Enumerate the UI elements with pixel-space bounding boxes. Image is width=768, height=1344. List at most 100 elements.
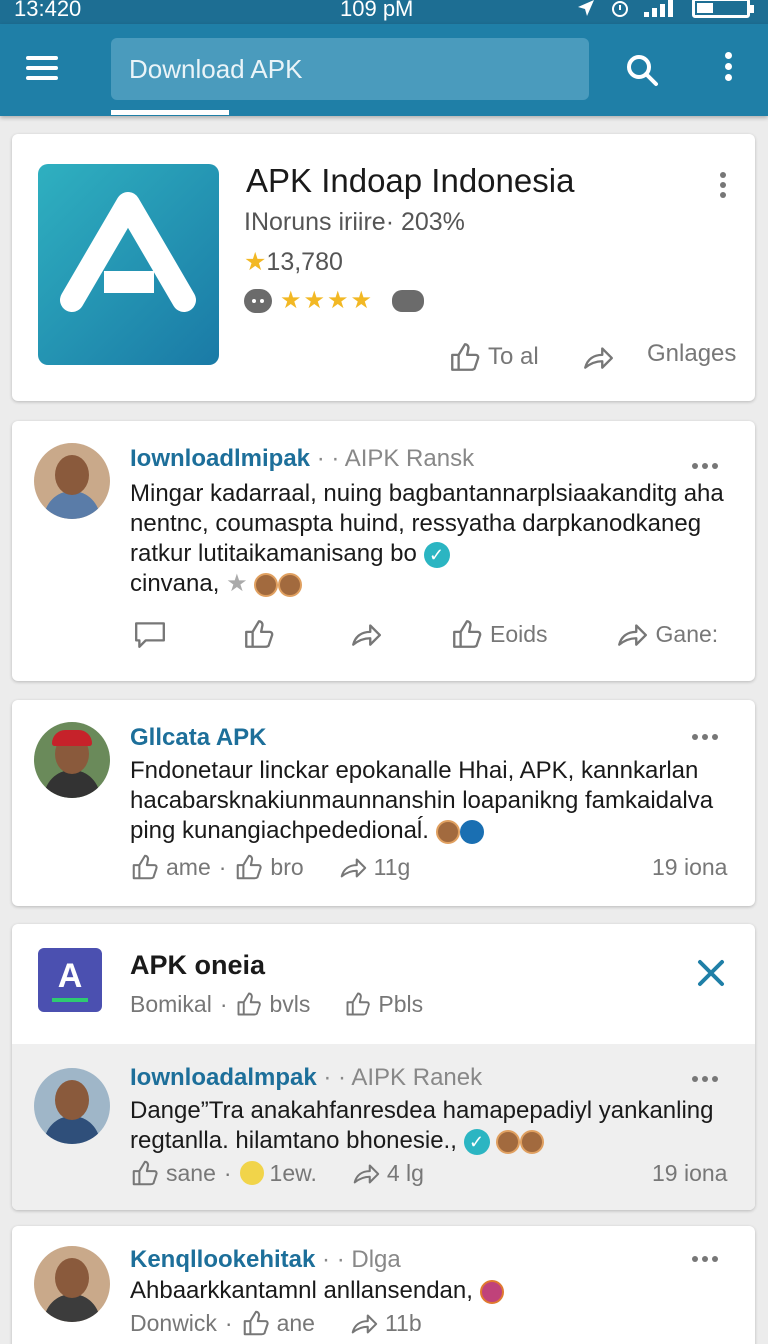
battery-icon bbox=[692, 0, 754, 18]
app-rating: ★13,780 bbox=[244, 247, 343, 277]
menu-icon[interactable] bbox=[26, 56, 58, 82]
post-more-icon[interactable] bbox=[688, 732, 718, 742]
thumbs-up-icon bbox=[242, 617, 276, 651]
thumbs-up-icon bbox=[234, 852, 264, 882]
like-label: sane bbox=[166, 1159, 216, 1186]
thumbs-up-icon bbox=[450, 617, 484, 651]
status-time-center: 109 pM bbox=[340, 0, 414, 21]
share-icon bbox=[338, 852, 368, 882]
location-icon bbox=[578, 0, 594, 16]
post-text-content: Dange”Tra anakahfanresdea hamapepadiyl y… bbox=[130, 1097, 714, 1154]
post-card: Iownloadlmipak · · AIPK Ransk Mingar kad… bbox=[12, 421, 755, 681]
thumbs-up-icon bbox=[130, 1158, 160, 1188]
app-card-more-icon[interactable] bbox=[718, 172, 728, 202]
mini-avatar bbox=[496, 1129, 521, 1154]
reaction-button[interactable]: 1ew. bbox=[239, 1160, 317, 1187]
post-text-tail: cinvana, bbox=[130, 570, 220, 597]
share-label: 11b bbox=[384, 1309, 422, 1336]
like-button[interactable] bbox=[242, 617, 276, 651]
share-button[interactable]: 11g bbox=[338, 852, 411, 882]
app-images-link[interactable]: Gnlages bbox=[647, 340, 736, 368]
post-text: Ahbaarkkantamnl anllansendan, bbox=[130, 1276, 730, 1306]
app-logo-a-icon bbox=[60, 192, 196, 312]
status-icons bbox=[576, 0, 754, 18]
post-header: Kenqllookehitak · · Dlga bbox=[130, 1246, 401, 1274]
status-bar: 13:420 109 pM bbox=[0, 0, 768, 24]
post-meta: · · Dlga bbox=[322, 1246, 401, 1273]
share-icon bbox=[580, 340, 616, 374]
rating-stars: ★★★★ bbox=[280, 287, 375, 314]
post-meta: · · AIPK Ransk bbox=[316, 445, 475, 472]
overflow-menu-icon[interactable] bbox=[722, 52, 734, 88]
thumbs-up-icon bbox=[344, 990, 372, 1018]
promo-like2-button[interactable]: Pbls bbox=[344, 990, 423, 1018]
share-button[interactable]: 11b bbox=[349, 1308, 422, 1338]
close-icon[interactable] bbox=[696, 958, 726, 988]
avatar[interactable] bbox=[34, 1068, 110, 1144]
comment-icon bbox=[130, 617, 170, 651]
share-button[interactable] bbox=[348, 617, 384, 651]
post-more-icon[interactable] bbox=[688, 1254, 718, 1264]
post-more-icon[interactable] bbox=[688, 1074, 718, 1084]
separator: · bbox=[223, 1159, 232, 1186]
app-rating-row: ★★★★ bbox=[244, 286, 425, 315]
post-author[interactable]: Iownloadlmipak bbox=[130, 445, 310, 472]
thumbs-up-icon bbox=[448, 340, 482, 374]
app-images-label: Gnlages bbox=[647, 340, 737, 367]
post-more-icon[interactable] bbox=[688, 461, 718, 471]
avatar[interactable] bbox=[34, 1246, 110, 1322]
post-author[interactable]: Iownloadalmpak bbox=[130, 1064, 317, 1091]
like2-button[interactable]: bro bbox=[234, 852, 304, 882]
promo-title[interactable]: APK oneia bbox=[130, 950, 265, 981]
separator: · bbox=[218, 853, 227, 880]
search-icon[interactable] bbox=[624, 52, 660, 88]
post-text: Fndonetaur linckar epokanalle Hhai, APK,… bbox=[130, 756, 730, 846]
mini-avatar bbox=[479, 1279, 504, 1304]
share-label: 11g bbox=[373, 853, 411, 880]
post-header: Iownloadalmpak · · AIPK Ranek bbox=[130, 1064, 482, 1092]
share-button[interactable]: 4 lg bbox=[351, 1158, 424, 1188]
promo-sub: Bomikal bbox=[130, 990, 212, 1017]
share-count-button[interactable]: Gane: bbox=[614, 617, 718, 651]
like-button[interactable]: sane bbox=[130, 1158, 216, 1188]
promo-card: A APK oneia Bomikal · bvls Pbls Iownload… bbox=[12, 924, 755, 1210]
share-label: 4 lg bbox=[386, 1159, 424, 1186]
post-header: Gllcata APK bbox=[130, 724, 267, 752]
post-meta: · · AIPK Ranek bbox=[323, 1064, 483, 1091]
avatar[interactable] bbox=[34, 443, 110, 519]
avatar[interactable] bbox=[34, 722, 110, 798]
post-author[interactable]: Kenqllookehitak bbox=[130, 1246, 315, 1273]
chat-bubble-icon bbox=[244, 288, 272, 313]
alarm-icon bbox=[612, 1, 628, 17]
signal-icon bbox=[644, 0, 673, 17]
thumbs-up-icon bbox=[241, 1308, 271, 1338]
app-subtitle: INoruns iriire· 203% bbox=[244, 208, 465, 236]
status-time-left: 13:420 bbox=[14, 0, 82, 21]
post-actions: ame · bro 11g bbox=[130, 852, 410, 882]
app-share-button[interactable] bbox=[580, 340, 616, 374]
post-time: 19 iona bbox=[652, 854, 728, 880]
small-star-icon: ★ bbox=[226, 570, 248, 597]
promo-like-button[interactable]: bvls bbox=[235, 990, 310, 1018]
rating-count: 13,780 bbox=[266, 248, 343, 276]
like-button[interactable]: ane bbox=[241, 1308, 315, 1338]
like-label: ane bbox=[276, 1309, 315, 1336]
app-icon[interactable] bbox=[38, 164, 219, 365]
comment-button[interactable] bbox=[130, 617, 170, 651]
post-author[interactable]: Gllcata APK bbox=[130, 724, 267, 751]
post-card: Gllcata APK Fndonetaur linckar epokanall… bbox=[12, 700, 755, 906]
post-text: Dange”Tra anakahfanresdea hamapepadiyl y… bbox=[130, 1096, 730, 1156]
like-count-button[interactable]: Eoids bbox=[450, 617, 548, 651]
thumbs-up-icon bbox=[130, 852, 160, 882]
post-text-content: Fndonetaur linckar epokanalle Hhai, APK,… bbox=[130, 757, 714, 844]
search-input[interactable]: Download APK bbox=[111, 38, 589, 100]
promo-like-label: bvls bbox=[269, 990, 311, 1017]
like-button[interactable]: ame bbox=[130, 852, 211, 882]
brand-logo-icon[interactable]: A bbox=[38, 948, 102, 1012]
share-icon bbox=[348, 617, 384, 651]
app-like-label: To al bbox=[488, 343, 539, 370]
app-like-button[interactable]: To al bbox=[448, 340, 539, 374]
share-icon bbox=[351, 1158, 381, 1188]
like2-label: bro bbox=[270, 853, 304, 880]
app-card[interactable]: APK Indoap Indonesia INoruns iriire· 203… bbox=[12, 134, 755, 401]
